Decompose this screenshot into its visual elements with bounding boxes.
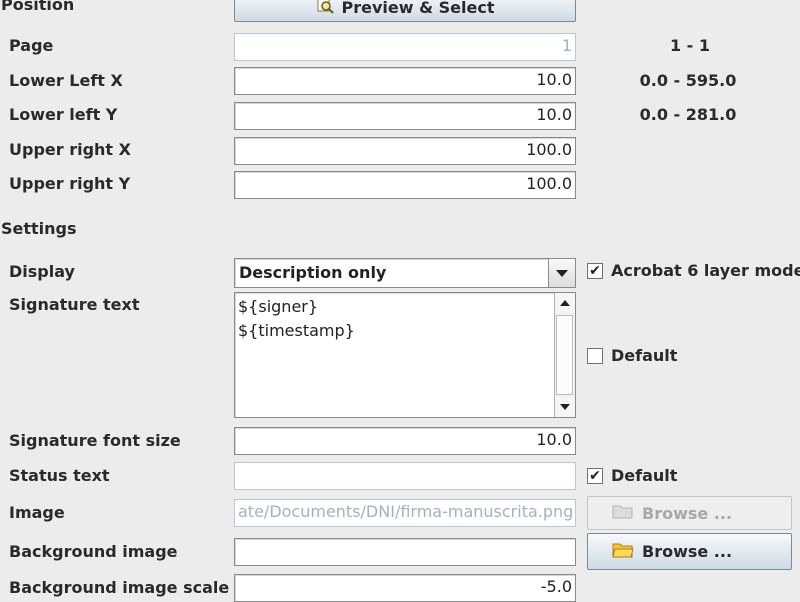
signature-text-line-2: ${timestamp} bbox=[238, 321, 355, 340]
display-label: Display bbox=[9, 262, 75, 281]
image-browse-button[interactable]: Browse ... bbox=[587, 496, 792, 530]
chevron-down-icon[interactable] bbox=[548, 259, 575, 287]
upper-right-y-label: Upper right Y bbox=[9, 174, 131, 193]
acrobat6-label: Acrobat 6 layer mode bbox=[611, 261, 800, 280]
upper-right-y-field[interactable]: 100.0 bbox=[234, 171, 576, 199]
page-range: 1 - 1 bbox=[669, 36, 711, 55]
signature-text-line-1: ${signer} bbox=[238, 297, 319, 316]
scroll-up-icon[interactable] bbox=[555, 293, 575, 313]
signature-text-default-checkbox[interactable] bbox=[587, 348, 603, 364]
status-text-field[interactable] bbox=[234, 462, 576, 490]
signature-text-area[interactable]: ${signer} ${timestamp} bbox=[234, 292, 576, 418]
background-scale-field[interactable]: -5.0 bbox=[234, 574, 576, 602]
position-section-title: Position bbox=[1, 0, 75, 14]
background-browse-label: Browse ... bbox=[642, 542, 733, 561]
page-field[interactable]: 1 bbox=[234, 33, 576, 61]
upper-right-x-label: Upper right X bbox=[9, 140, 131, 159]
acrobat6-checkbox[interactable]: ✔ bbox=[587, 263, 603, 279]
page-label: Page bbox=[9, 36, 54, 55]
font-size-label: Signature font size bbox=[9, 431, 181, 450]
signature-text-label: Signature text bbox=[9, 295, 140, 314]
image-path-field[interactable]: ate/Documents/DNI/firma-manuscrita.png bbox=[234, 499, 576, 527]
display-select[interactable]: Description only bbox=[234, 258, 576, 288]
scroll-thumb[interactable] bbox=[556, 315, 573, 395]
lower-left-x-label: Lower Left X bbox=[9, 71, 123, 90]
lower-left-y-label: Lower left Y bbox=[9, 105, 118, 124]
background-scale-label: Background image scale bbox=[9, 578, 230, 597]
settings-section-title: Settings bbox=[1, 219, 77, 238]
background-image-field[interactable] bbox=[234, 538, 576, 566]
display-selected-value: Description only bbox=[239, 263, 387, 282]
status-text-label: Status text bbox=[9, 466, 110, 485]
signature-text-default-label: Default bbox=[611, 346, 678, 365]
folder-icon bbox=[612, 541, 634, 563]
scroll-down-icon[interactable] bbox=[555, 397, 575, 417]
font-size-field[interactable]: 10.0 bbox=[234, 427, 576, 455]
background-browse-button[interactable]: Browse ... bbox=[587, 533, 792, 570]
preview-select-label: Preview & Select bbox=[341, 0, 495, 17]
background-image-label: Background image bbox=[9, 542, 178, 561]
signature-text-scrollbar[interactable] bbox=[554, 293, 575, 417]
image-browse-label: Browse ... bbox=[642, 503, 733, 523]
lower-left-x-field[interactable]: 10.0 bbox=[234, 67, 576, 95]
upper-right-x-field[interactable]: 100.0 bbox=[234, 137, 576, 165]
preview-select-button[interactable]: Preview & Select bbox=[234, 0, 576, 22]
image-label: Image bbox=[9, 503, 65, 522]
status-default-checkbox[interactable]: ✔ bbox=[587, 468, 603, 484]
lower-left-y-range: 0.0 - 281.0 bbox=[639, 105, 737, 124]
lower-left-y-field[interactable]: 10.0 bbox=[234, 102, 576, 130]
lower-left-x-range: 0.0 - 595.0 bbox=[639, 71, 737, 90]
status-default-label: Default bbox=[611, 466, 678, 485]
folder-icon bbox=[612, 502, 634, 524]
magnifier-icon bbox=[316, 0, 334, 18]
